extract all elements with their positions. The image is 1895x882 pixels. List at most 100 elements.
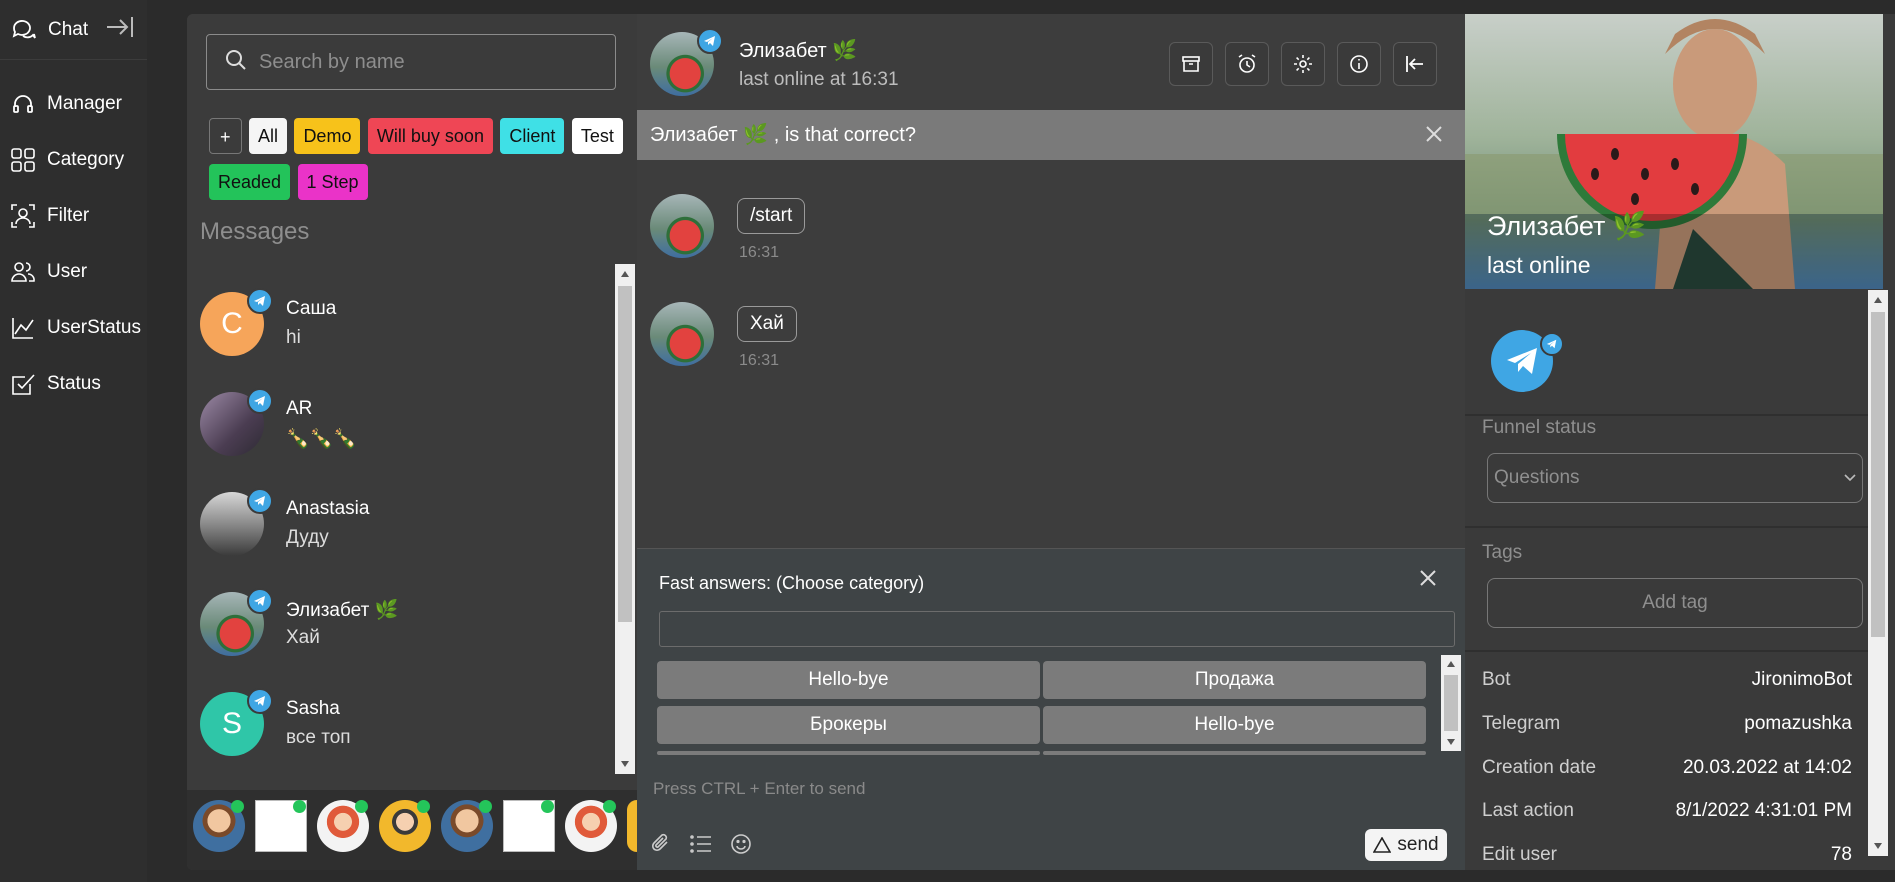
scroll-up-icon[interactable] <box>1446 660 1456 668</box>
scroll-thumb[interactable] <box>1444 675 1458 731</box>
send-label: send <box>1397 834 1439 855</box>
fast-answer-button-partial[interactable] <box>1043 751 1426 755</box>
reminder-button[interactable] <box>1225 42 1269 86</box>
search-icon <box>225 49 247 76</box>
scroll-down-icon[interactable] <box>1446 738 1456 746</box>
nav-item-filter[interactable]: Filter <box>0 188 147 244</box>
scroll-thumb[interactable] <box>1871 312 1885 637</box>
emoji-icon[interactable] <box>729 832 753 856</box>
message-avatar <box>650 302 714 366</box>
send-button[interactable]: send <box>1365 829 1447 861</box>
divider <box>1465 650 1870 652</box>
profile-status: last online <box>1487 252 1591 278</box>
scroll-down-icon[interactable] <box>1873 842 1883 850</box>
chat-preview: 🍾🍾🍾 <box>286 429 357 450</box>
nav-chat-label: Chat <box>48 18 89 40</box>
scroll-up-icon[interactable] <box>620 270 630 278</box>
chat-preview: Дуду <box>286 527 329 548</box>
profile-scrollbar[interactable] <box>1868 290 1888 856</box>
fast-answer-button-partial[interactable] <box>657 751 1040 755</box>
chat-list-item[interactable]: C Саша hi <box>187 288 617 392</box>
fast-answers-panel: Fast answers: (Choose category) Hello-by… <box>637 548 1465 870</box>
tag-will-buy-soon[interactable]: Will buy soon <box>367 118 493 154</box>
chat-list-scrollbar[interactable] <box>615 264 635 774</box>
nav-item-userstatus[interactable]: UserStatus <box>0 300 147 356</box>
online-dot <box>293 800 306 813</box>
collapse-left-icon <box>1406 56 1423 72</box>
archive-icon <box>1182 56 1200 72</box>
funnel-status-select[interactable]: Questions <box>1487 453 1863 503</box>
fast-answer-button[interactable]: Продажа <box>1043 661 1426 699</box>
telegram-icon <box>247 288 273 314</box>
search-placeholder: Search by name <box>259 50 405 73</box>
tag-demo[interactable]: Demo <box>294 118 361 154</box>
confirm-bar: Элизабет 🌿 , is that correct? <box>637 110 1465 160</box>
headset-icon <box>9 90 37 118</box>
chat-preview: все топ <box>286 727 351 748</box>
nav-label: Manager <box>47 93 122 114</box>
detail-row-last-action: Last action 8/1/2022 4:31:01 PM <box>1482 800 1852 830</box>
nav-label: Category <box>47 149 125 170</box>
close-icon[interactable] <box>1419 569 1437 587</box>
profile-photo-image <box>1465 14 1883 289</box>
telegram-icon <box>247 588 273 614</box>
tag-test[interactable]: Test <box>571 118 623 154</box>
chat-name: AR <box>286 398 313 419</box>
list-icon[interactable] <box>689 833 713 855</box>
nav-item-manager[interactable]: Manager <box>0 76 147 132</box>
collapse-nav-icon[interactable] <box>105 14 135 45</box>
nav-item-user[interactable]: User <box>0 244 147 300</box>
nav-label: Status <box>47 373 101 394</box>
chat-name: Элизабет 🌿 <box>286 600 399 621</box>
tag-client[interactable]: Client <box>500 118 565 154</box>
fast-answer-button[interactable]: Hello-bye <box>657 661 1040 699</box>
info-button[interactable] <box>1337 42 1381 86</box>
message-input[interactable]: Press CTRL + Enter to send <box>653 779 865 799</box>
fast-answers-search-input[interactable] <box>659 611 1455 647</box>
add-tag-button[interactable]: + <box>209 118 242 154</box>
contact-name: Элизабет 🌿 <box>739 40 858 62</box>
tag-all[interactable]: All <box>248 118 287 154</box>
detail-value: 20.03.2022 at 14:02 <box>1682 757 1852 778</box>
message-time: 16:31 <box>739 244 780 261</box>
close-icon[interactable] <box>1425 125 1443 143</box>
scroll-thumb[interactable] <box>618 286 632 622</box>
add-tag-button[interactable]: Add tag <box>1487 578 1863 628</box>
scroll-down-icon[interactable] <box>620 760 630 768</box>
scroll-up-icon[interactable] <box>1873 296 1883 304</box>
search-field[interactable]: Search by name <box>206 34 616 90</box>
fast-answers-scrollbar[interactable] <box>1441 655 1461 751</box>
chat-list-panel: Search by name + All Demo Will buy soon … <box>187 14 637 870</box>
nav-chat-item[interactable]: Chat <box>0 0 147 60</box>
left-nav: Chat Manager Category Filter User UserSt… <box>0 0 147 882</box>
tag-readed[interactable]: Readed <box>209 164 291 200</box>
online-user-avatar[interactable] <box>627 800 637 852</box>
chat-name: Anastasia <box>286 498 370 519</box>
settings-button[interactable] <box>1281 42 1325 86</box>
funnel-status-value: Questions <box>1494 467 1580 488</box>
online-dot <box>541 800 554 813</box>
paperclip-icon[interactable] <box>649 831 673 855</box>
online-dot <box>355 800 368 813</box>
detail-value: 78 <box>1830 844 1852 865</box>
nav-label: UserStatus <box>47 317 141 338</box>
chat-name: Sasha <box>286 698 340 719</box>
fast-answer-button[interactable]: Hello-bye <box>1043 706 1426 744</box>
profile-panel: Элизабет 🌿 last online Funnel status Que… <box>1465 14 1895 870</box>
chat-preview: hi <box>286 327 301 348</box>
collapse-panel-button[interactable] <box>1393 42 1437 86</box>
nav-item-category[interactable]: Category <box>0 132 147 188</box>
tag-1-step[interactable]: 1 Step <box>297 164 368 200</box>
chat-list-item[interactable]: AR 🍾🍾🍾 <box>187 388 617 492</box>
divider <box>1465 526 1870 528</box>
nav-label: User <box>47 261 88 282</box>
chat-list-item-active[interactable]: Элизабет 🌿 Хай <box>187 588 617 692</box>
chat-list-item[interactable]: Anastasia Дуду <box>187 488 617 592</box>
online-dot <box>603 800 616 813</box>
chat-list-item[interactable]: S Sasha все топ <box>187 688 617 792</box>
nav-item-status[interactable]: Status <box>0 356 147 412</box>
message-avatar <box>650 194 714 258</box>
archive-button[interactable] <box>1169 42 1213 86</box>
fast-answer-button[interactable]: Брокеры <box>657 706 1040 744</box>
profile-name: Элизабет 🌿 <box>1487 211 1647 241</box>
